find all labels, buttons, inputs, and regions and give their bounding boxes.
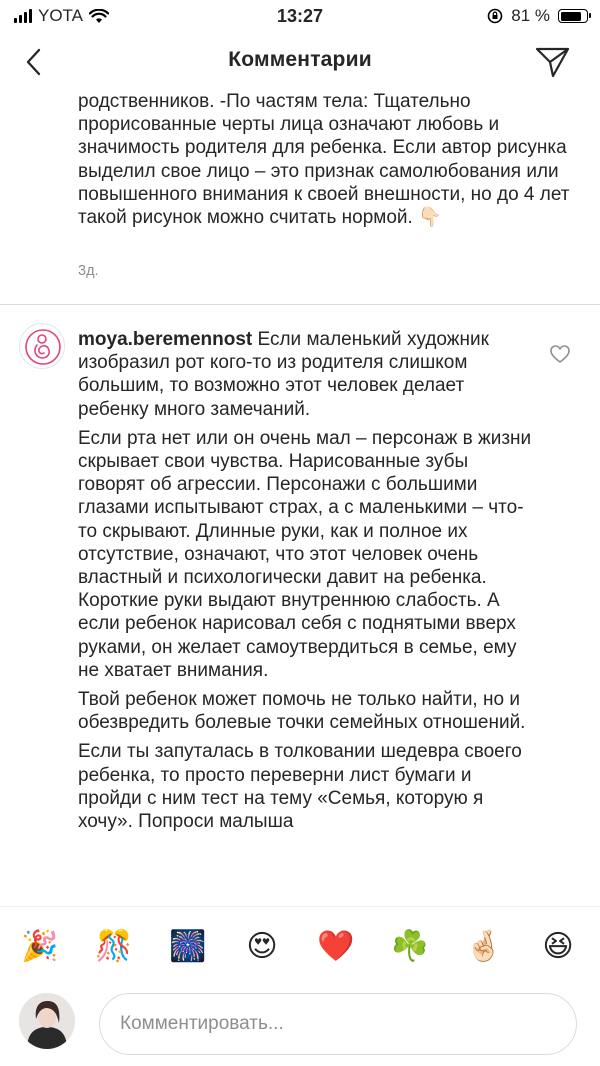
comment-input[interactable]	[99, 993, 577, 1055]
emoji-red-heart[interactable]: ❤️	[316, 927, 356, 967]
avatar[interactable]	[19, 323, 65, 369]
like-button[interactable]	[549, 344, 571, 364]
comment-paragraph: Если ты запуталась в толковании шедевра …	[78, 741, 522, 833]
emoji-shamrock[interactable]: ☘️	[390, 927, 430, 967]
paper-plane-icon	[535, 47, 570, 78]
emoji-party-popper[interactable]: 🎉	[20, 927, 60, 967]
emoji-crossed-fingers[interactable]: 🤞🏻	[464, 927, 504, 967]
user-avatar	[19, 993, 75, 1049]
comment-paragraph: moya.beremennost Если маленький художник…	[78, 328, 538, 421]
header: Комментарии	[0, 34, 600, 90]
status-right: 81 %	[487, 6, 591, 26]
previous-comment-text: родственников. -По частям тела: Тщательн…	[78, 91, 570, 229]
orientation-lock-icon	[487, 8, 503, 24]
emoji-bar: 🎉 🎊 🎆 😍 ❤️ ☘️ 🤞🏻 😆	[0, 906, 600, 984]
comment-body: moya.beremennost Если маленький художник…	[78, 328, 538, 839]
previous-comment-time: 3д.	[78, 263, 99, 279]
divider	[0, 304, 600, 305]
emoji-fireworks[interactable]: 🎆	[168, 927, 208, 967]
comment-paragraph: Если рта нет или он очень мал – персонаж…	[78, 427, 532, 681]
page-title: Комментарии	[228, 48, 372, 71]
battery-percent: 81 %	[511, 6, 550, 25]
comment-paragraph: Твой ребенок может помочь не только найт…	[78, 689, 526, 734]
emoji-laughing[interactable]: 😆	[538, 927, 578, 967]
user-photo-icon	[19, 993, 75, 1049]
comment-input-row	[0, 984, 600, 1066]
heart-outline-icon	[550, 345, 570, 363]
status-bar: YOTA 13:27 81 %	[0, 0, 600, 34]
comment-username[interactable]: moya.beremennost	[78, 329, 252, 350]
share-button[interactable]	[534, 44, 572, 80]
battery-icon	[558, 9, 591, 23]
emoji-heart-eyes[interactable]: 😍	[242, 927, 282, 967]
brand-logo-icon	[25, 329, 61, 365]
comments-list[interactable]: родственников. -По частям тела: Тщательн…	[0, 76, 600, 906]
battery-fill	[560, 11, 581, 21]
emoji-confetti-ball[interactable]: 🎊	[94, 927, 134, 967]
